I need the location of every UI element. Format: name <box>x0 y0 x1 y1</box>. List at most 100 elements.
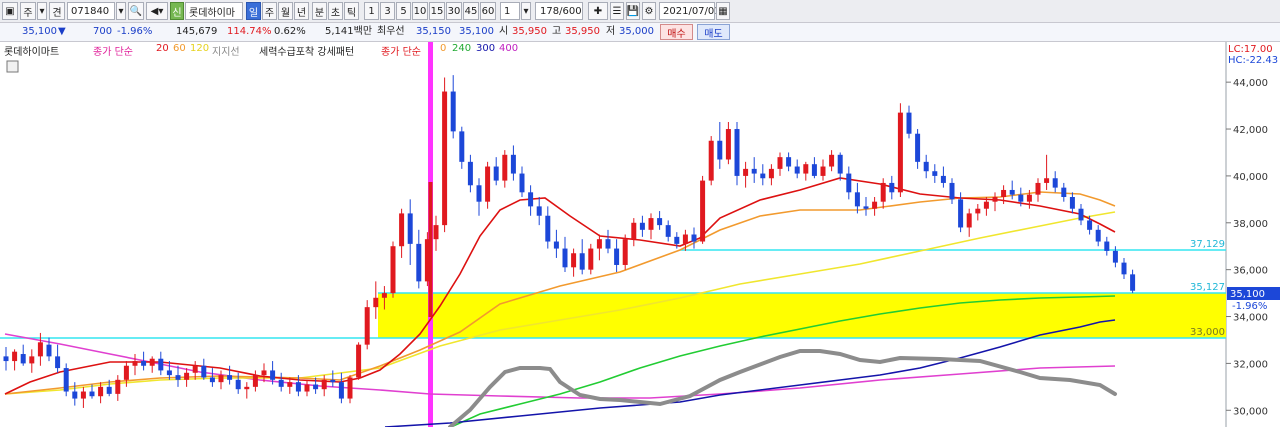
legend-ma-60: 60 <box>173 43 186 54</box>
period-minute[interactable]: 분 <box>312 2 327 20</box>
high-label: 고 <box>552 26 562 37</box>
candle-body <box>803 164 809 174</box>
candle-body <box>80 391 86 399</box>
low-price: 35,000 <box>619 26 654 37</box>
level-label-middle: 35,127 <box>1190 282 1225 293</box>
buy-button[interactable]: 매수 <box>660 24 693 40</box>
screen-icon[interactable]: ▣ <box>2 2 18 20</box>
candle-body <box>794 166 800 174</box>
candle-body <box>184 372 190 380</box>
interval-5[interactable]: 5 <box>396 2 411 20</box>
count-field[interactable]: 178/600 <box>535 2 583 20</box>
candle-body <box>1112 250 1118 263</box>
candle-body <box>975 208 981 214</box>
stock-code-input[interactable]: 071840 <box>67 2 115 20</box>
save-icon[interactable]: 💾 <box>626 2 640 20</box>
candle-body <box>958 199 964 228</box>
interval-3[interactable]: 3 <box>380 2 395 20</box>
candle-body <box>648 218 654 230</box>
period-year[interactable]: 년 <box>294 2 309 20</box>
interval-1[interactable]: 1 <box>364 2 379 20</box>
candle-body <box>846 173 852 193</box>
candle-body <box>459 131 465 162</box>
period-second[interactable]: 초 <box>328 2 343 20</box>
candle-body <box>829 154 835 167</box>
type-button-b[interactable]: 견 <box>49 2 65 20</box>
interval-dropdown-icon[interactable]: ▾ <box>521 2 531 20</box>
legend-ma-400: 400 <box>499 43 519 54</box>
interval-30[interactable]: 30 <box>446 2 462 20</box>
candle-body <box>528 192 534 207</box>
calendar-icon[interactable]: ▦ <box>716 2 730 20</box>
sell-button[interactable]: 매도 <box>697 24 730 40</box>
candle-body <box>399 213 405 247</box>
candle-body <box>218 375 224 383</box>
candle-body <box>854 192 860 207</box>
candle-body <box>519 173 525 193</box>
interval-input[interactable]: 1 <box>500 2 520 20</box>
interval-45[interactable]: 45 <box>463 2 479 20</box>
list-icon[interactable]: ☰ <box>610 2 624 20</box>
gear-icon[interactable]: ⚙ <box>642 2 656 20</box>
legend-ma-120: 120 <box>190 43 210 54</box>
candle-body <box>304 384 310 392</box>
legend-ma2-label: 종가 단순 <box>381 47 421 58</box>
candle-body <box>37 342 43 357</box>
candle-body <box>932 171 938 176</box>
interval-10[interactable]: 10 <box>412 2 428 20</box>
axis-tick-label: 40,000 <box>1233 172 1268 183</box>
candle-body <box>717 140 723 160</box>
candle-body <box>820 166 826 176</box>
candle-body <box>175 375 181 380</box>
candle-body <box>252 375 258 387</box>
period-tick[interactable]: 틱 <box>344 2 359 20</box>
level-label-lower: 33,000 <box>1190 327 1225 338</box>
candle-body <box>536 206 542 216</box>
candle-body <box>89 391 95 397</box>
candle-body <box>166 370 172 376</box>
candle-body <box>923 161 929 172</box>
period-week[interactable]: 주 <box>262 2 277 20</box>
candle-body <box>1052 178 1058 188</box>
candle-body <box>55 356 61 369</box>
candle-body <box>12 351 18 362</box>
candle-body <box>725 129 731 160</box>
candle-body <box>3 356 9 362</box>
interval-60[interactable]: 60 <box>480 2 496 20</box>
speaker-icon[interactable]: ◀▾ <box>146 2 168 20</box>
type-button-a[interactable]: 주 <box>20 2 36 20</box>
candle-body <box>201 365 207 378</box>
candle-body <box>674 236 680 244</box>
candle-body <box>364 307 370 345</box>
candle-body <box>545 215 551 242</box>
candle-body <box>657 218 663 226</box>
candle-body <box>149 358 155 366</box>
highlight-band <box>378 293 1226 338</box>
candle-body <box>390 246 396 294</box>
candle-body <box>897 112 903 193</box>
search-icon[interactable]: 🔍 <box>128 2 144 20</box>
legend-ma-20: 20 <box>156 43 169 54</box>
axis-tick-label: 44,000 <box>1233 78 1268 89</box>
candle-body <box>72 391 78 399</box>
candle-body <box>63 368 69 392</box>
candle-body <box>313 384 319 390</box>
candle-body <box>373 297 379 308</box>
candle-body <box>132 361 138 366</box>
trade-amount: 5,141백만 <box>325 26 373 37</box>
crosshair-icon[interactable]: ✚ <box>588 2 608 20</box>
candle-body <box>476 185 482 202</box>
date-input[interactable]: 2021/07/01 <box>659 2 721 20</box>
period-month[interactable]: 월 <box>278 2 293 20</box>
candle-body <box>407 213 413 244</box>
code-dropdown-icon[interactable]: ▾ <box>116 2 126 20</box>
axis-tick-label: 34,000 <box>1233 313 1268 324</box>
candle-body <box>123 365 129 380</box>
period-day[interactable]: 일 <box>246 2 261 20</box>
price-chart[interactable]: LC:17.00 HC:-22.43 44,000 42,000 40,000 38,… <box>0 42 1280 427</box>
candle-body <box>562 248 568 268</box>
chevron-down-icon[interactable]: ▾ <box>37 2 47 20</box>
interval-15[interactable]: 15 <box>429 2 445 20</box>
candle-body <box>158 358 164 371</box>
candle-body <box>450 91 456 132</box>
